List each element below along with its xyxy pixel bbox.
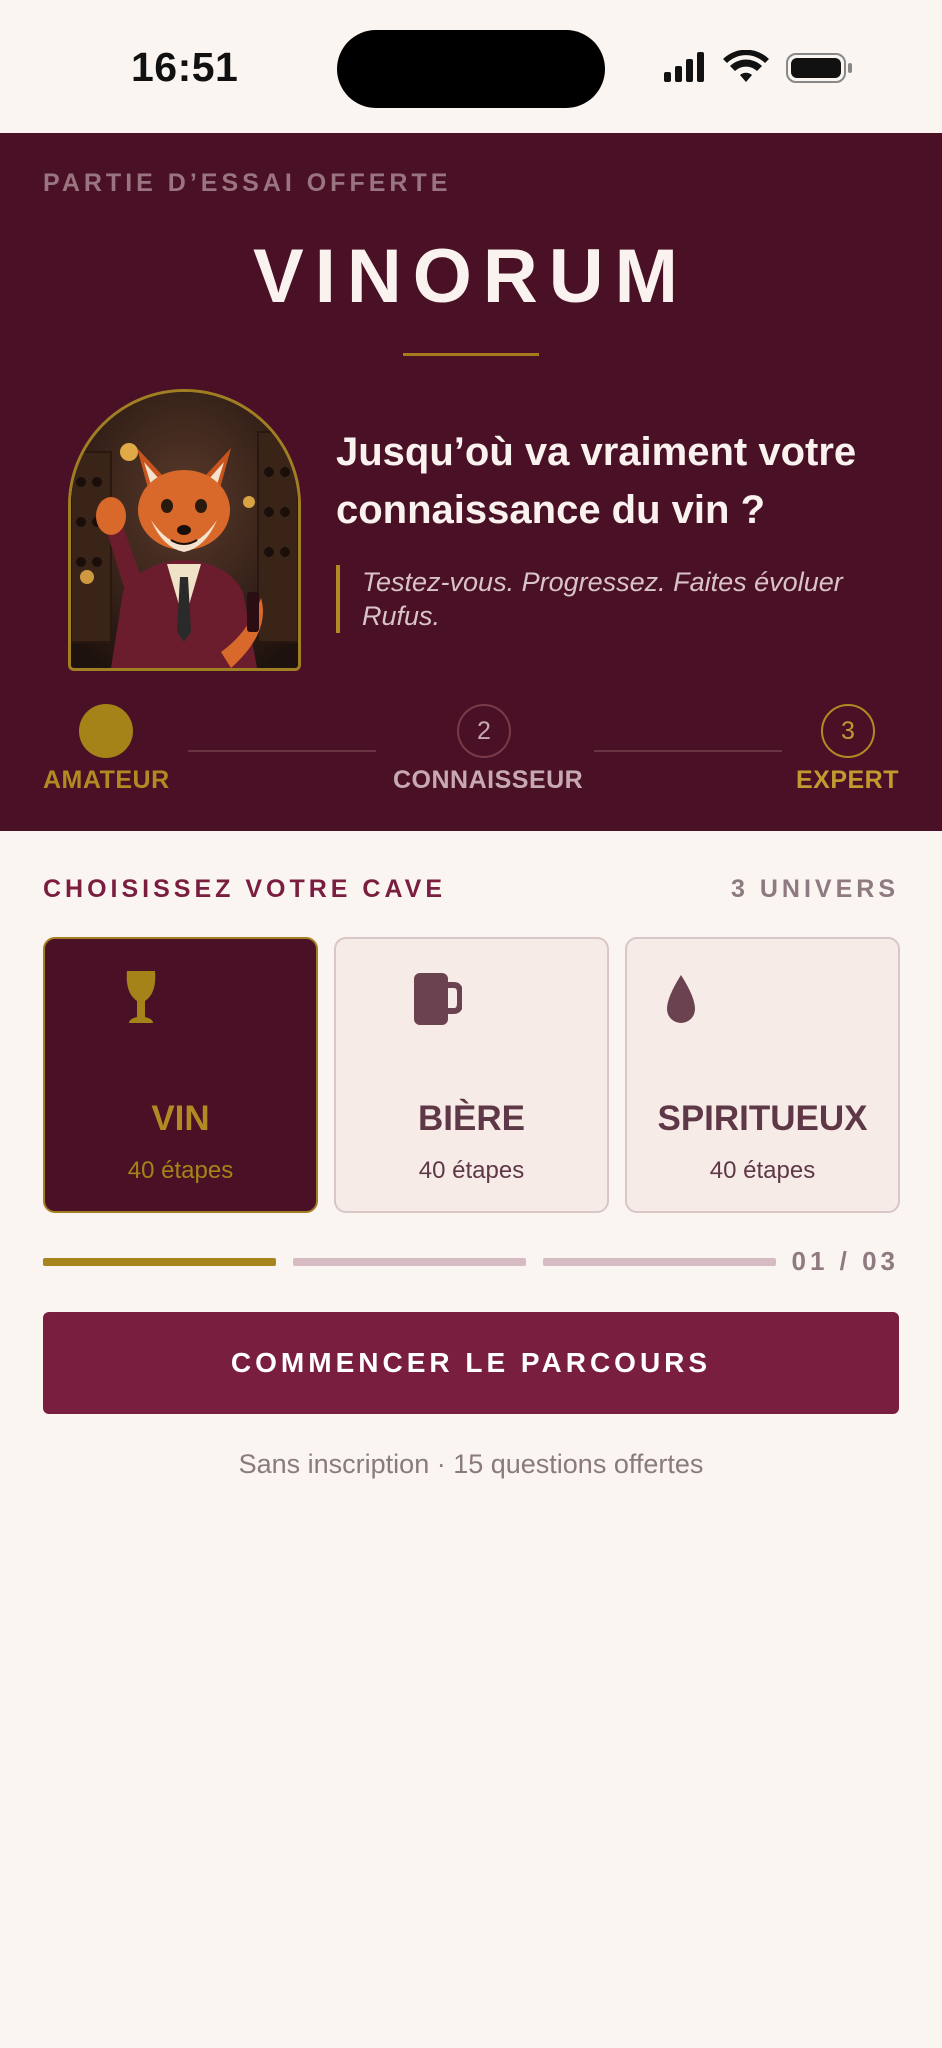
level-step-1-indicator — [79, 704, 133, 758]
battery-icon — [786, 53, 852, 83]
start-journey-button[interactable]: COMMENCER LE PARCOURS — [43, 1312, 899, 1414]
hero-banner: PARTIE D’ESSAI OFFERTE VINORUM Jusqu’où … — [0, 133, 942, 831]
section-title: CHOISISSEZ VOTRE CAVE — [43, 875, 447, 903]
hero-tagline: Testez-vous. Progressez. Faites évoluer … — [362, 567, 843, 631]
trial-eyebrow: PARTIE D’ESSAI OFFERTE — [43, 169, 452, 197]
fox-mascot-illustration — [71, 392, 298, 668]
level-connector-1 — [188, 750, 376, 752]
category-steps: 40 étapes — [709, 1157, 816, 1184]
drop-icon — [667, 975, 695, 1023]
hero-headline: Jusqu’où va vraiment votre connaissance … — [336, 430, 857, 532]
category-name: SPIRITUEUX — [657, 1099, 868, 1138]
category-card-beer[interactable]: BIÈRE 40 étapes — [334, 937, 609, 1213]
category-name: VIN — [151, 1099, 210, 1138]
category-steps: 40 étapes — [127, 1157, 234, 1184]
pager-counter: 01 / 03 — [791, 1246, 899, 1276]
level-step-2-indicator: 2 — [457, 704, 511, 758]
status-icons — [664, 50, 852, 83]
beer-mug-icon — [414, 973, 462, 1025]
wine-glass-icon — [126, 971, 156, 1023]
title-divider — [403, 353, 539, 356]
dynamic-island — [337, 30, 605, 108]
cta-footnote: Sans inscription · 15 questions offertes — [238, 1449, 704, 1479]
pager-segment-3 — [543, 1258, 776, 1266]
wifi-icon — [723, 50, 769, 82]
category-steps: 40 étapes — [418, 1157, 525, 1184]
status-time: 16:51 — [131, 44, 239, 90]
level-label-expert: EXPERT — [795, 766, 899, 794]
tagline-accent-bar — [336, 565, 340, 633]
pager-segment-2 — [293, 1258, 526, 1266]
status-bar: 16:51 — [0, 0, 942, 133]
level-label-connaisseur: CONNAISSEUR — [393, 766, 584, 794]
level-connector-2 — [594, 750, 782, 752]
section-count: 3 UNIVERS — [731, 875, 899, 903]
app-title: VINORUM — [253, 234, 689, 319]
pager-segment-1 — [43, 1258, 276, 1266]
fox-mascot-portrait — [68, 389, 301, 671]
category-card-spirits[interactable]: SPIRITUEUX 40 étapes — [625, 937, 900, 1213]
level-step-3-indicator: 3 — [821, 704, 875, 758]
category-card-wine[interactable]: VIN 40 étapes — [43, 937, 318, 1213]
level-label-amateur: AMATEUR — [43, 766, 170, 794]
signal-icon — [664, 52, 704, 82]
category-name: BIÈRE — [418, 1099, 525, 1138]
